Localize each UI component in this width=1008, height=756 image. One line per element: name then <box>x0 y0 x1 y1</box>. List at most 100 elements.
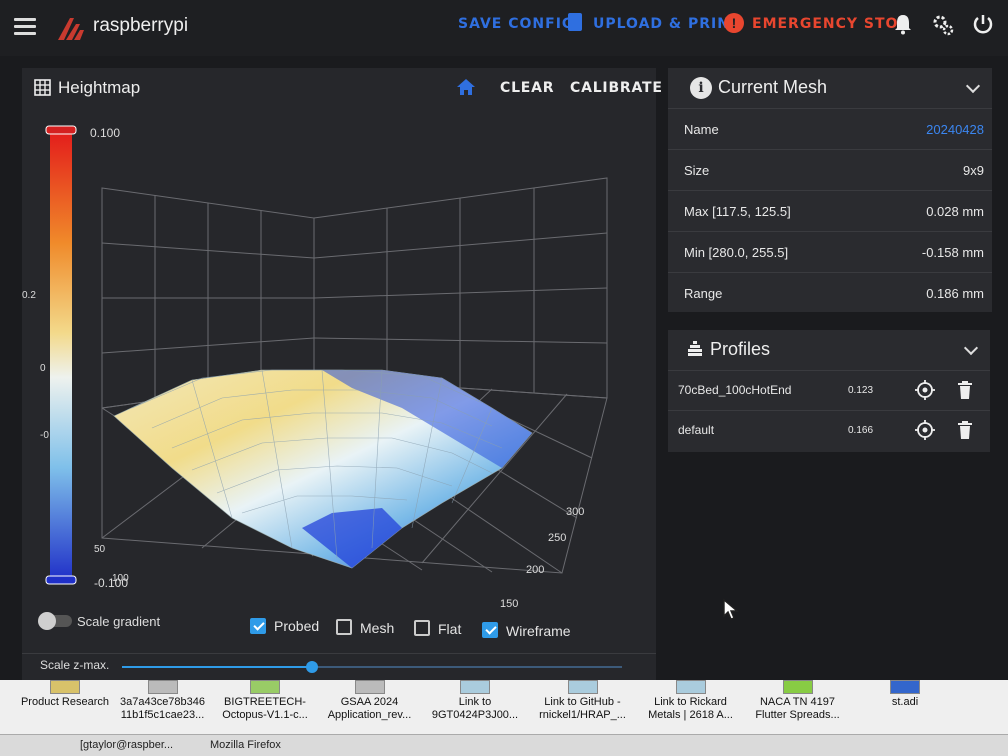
mouse-pointer-icon <box>723 598 739 620</box>
mesh-key: Name <box>684 122 719 137</box>
heightmap-controls: Scale gradient Probed Mesh Flat Wirefram… <box>22 612 656 652</box>
file-icon <box>890 680 920 694</box>
current-mesh-card: i Current Mesh Name 20240428 Size 9x9 Ma… <box>668 68 992 312</box>
desktop-file-label: GSAA 2024 Application_rev... <box>327 696 412 721</box>
profile-row[interactable]: 70cBed_100cHotEnd 0.123 <box>668 370 990 410</box>
taskbar: [gtaylor@raspber... Mozilla Firefox <box>0 734 1008 756</box>
current-mesh-header[interactable]: i Current Mesh <box>668 68 992 108</box>
home-icon[interactable] <box>456 78 476 96</box>
desktop-file-label: NACA TN 4197 Flutter Spreads... <box>755 696 840 721</box>
y-tick-label: 250 <box>548 532 567 544</box>
y-tick-label: 200 <box>526 564 545 576</box>
trash-icon[interactable] <box>957 421 973 439</box>
scale-top-handle[interactable] <box>45 125 77 135</box>
scale-zmax-row: Scale z-max. <box>22 653 656 680</box>
load-profile-icon[interactable] <box>915 380 935 400</box>
hamburger-menu-icon[interactable] <box>14 18 36 36</box>
y-tick-label: 150 <box>500 598 519 610</box>
profiles-card: Profiles 70cBed_100cHotEnd 0.123 default… <box>668 330 990 452</box>
desktop-file-label: Link to 9GT0424P3J00... <box>431 696 519 721</box>
scale-bottom-handle[interactable] <box>45 575 77 585</box>
desktop-file[interactable]: Link to GitHub - rnickel1/HRAP_... <box>530 680 635 722</box>
info-icon: i <box>690 77 712 99</box>
load-profile-icon[interactable] <box>915 420 935 440</box>
mesh-surface <box>113 369 533 569</box>
x-tick-label: 100 <box>112 573 129 584</box>
taskbar-browser[interactable]: Mozilla Firefox <box>210 739 281 751</box>
file-icon <box>250 680 280 694</box>
profile-row[interactable]: default 0.166 <box>668 410 990 450</box>
wireframe-label: Wireframe <box>506 623 571 639</box>
klipper-logo-icon <box>58 18 84 40</box>
calibrate-button[interactable]: CALIBRATE <box>570 80 663 96</box>
profile-variance: 0.166 <box>848 425 874 436</box>
mesh-checkbox[interactable] <box>336 619 352 635</box>
scale-max-label: 0.100 <box>90 126 121 140</box>
desktop-file[interactable]: 3a7a43ce78b346 11b1f5c1cae23... <box>115 680 210 722</box>
desktop-file[interactable]: NACA TN 4197 Flutter Spreads... <box>750 680 845 722</box>
z-tick-label: -0 <box>40 430 49 441</box>
upload-print-button[interactable]: UPLOAD & PRINT <box>593 16 741 32</box>
heightmap-title: Heightmap <box>58 78 141 97</box>
save-config-button[interactable]: SAVE CONFIG <box>458 16 574 32</box>
link-icon <box>675 680 706 694</box>
gear-icon[interactable] <box>932 14 954 36</box>
layers-icon <box>688 341 702 356</box>
profiles-header[interactable]: Profiles <box>668 330 990 370</box>
scale-gradient-label: Scale gradient <box>77 614 161 629</box>
slider-fill <box>122 666 312 668</box>
scale-gradient-toggle[interactable] <box>38 612 72 630</box>
flat-checkbox[interactable] <box>414 620 430 636</box>
probed-label: Probed <box>274 618 320 634</box>
probed-checkbox[interactable] <box>250 618 266 634</box>
printer-name[interactable]: raspberrypi <box>93 15 188 37</box>
clear-mesh-button[interactable]: CLEAR <box>500 80 554 96</box>
mesh-key: Size <box>684 163 710 178</box>
alert-circle-icon[interactable]: ! <box>724 13 744 33</box>
taskbar-terminal[interactable]: [gtaylor@raspber... <box>80 739 173 751</box>
desktop-file[interactable]: Link to Rickard Metals | 2618 A... <box>638 680 743 722</box>
mesh-key: Min [280.0, 255.5] <box>684 245 789 260</box>
power-icon[interactable] <box>972 13 994 35</box>
mesh-name-link[interactable]: 20240428 <box>926 122 984 137</box>
wireframe-checkbox[interactable] <box>482 622 498 638</box>
color-scale-bar <box>50 130 72 580</box>
chevron-down-icon[interactable] <box>965 78 981 94</box>
mesh-row-range: Range 0.186 mm <box>668 272 992 313</box>
mesh-label: Mesh <box>360 620 395 636</box>
chevron-down-icon[interactable] <box>963 340 979 356</box>
link-icon <box>567 680 598 694</box>
desktop-file-label: 3a7a43ce78b346 11b1f5c1cae23... <box>119 696 206 721</box>
heightmap-3d-plot[interactable] <box>22 108 656 628</box>
bell-icon[interactable] <box>893 13 913 35</box>
profile-variance: 0.123 <box>848 385 874 396</box>
link-icon <box>460 680 490 694</box>
file-icon <box>147 680 178 694</box>
file-upload-icon[interactable] <box>568 13 582 31</box>
desktop-file-label: st.adi <box>891 696 919 708</box>
profile-name[interactable]: 70cBed_100cHotEnd <box>678 383 791 397</box>
slider-thumb[interactable] <box>306 661 318 673</box>
file-icon <box>782 680 813 694</box>
mesh-row-min: Min [280.0, 255.5] -0.158 mm <box>668 231 992 272</box>
x-tick-label: 50 <box>94 544 106 555</box>
profile-name[interactable]: default <box>678 423 714 437</box>
mesh-key: Max [117.5, 125.5] <box>684 204 791 219</box>
grid-icon <box>34 79 51 96</box>
trash-icon[interactable] <box>957 381 973 399</box>
desktop-file[interactable]: Link to 9GT0424P3J00... <box>425 680 525 722</box>
z-tick-label: 0.2 <box>22 290 36 301</box>
emergency-stop-button[interactable]: EMERGENCY STOP <box>752 16 910 32</box>
z-tick-label: 0 <box>40 363 46 374</box>
mesh-value: 0.186 mm <box>926 286 984 301</box>
desktop-file[interactable]: st.adi <box>860 680 950 709</box>
mesh-value: 0.028 mm <box>926 204 984 219</box>
desktop-file[interactable]: GSAA 2024 Application_rev... <box>322 680 417 722</box>
scale-zmax-label: Scale z-max. <box>40 658 110 672</box>
desktop-file[interactable]: BIGTREETECH- Octopus-V1.1-c... <box>215 680 315 722</box>
desktop-file-label: Product Research <box>20 696 110 708</box>
y-tick-label: 300 <box>566 506 585 518</box>
desktop-file[interactable]: Product Research <box>20 680 110 709</box>
desktop-file-label: BIGTREETECH- Octopus-V1.1-c... <box>222 696 308 721</box>
scale-zmax-slider[interactable] <box>122 661 622 673</box>
